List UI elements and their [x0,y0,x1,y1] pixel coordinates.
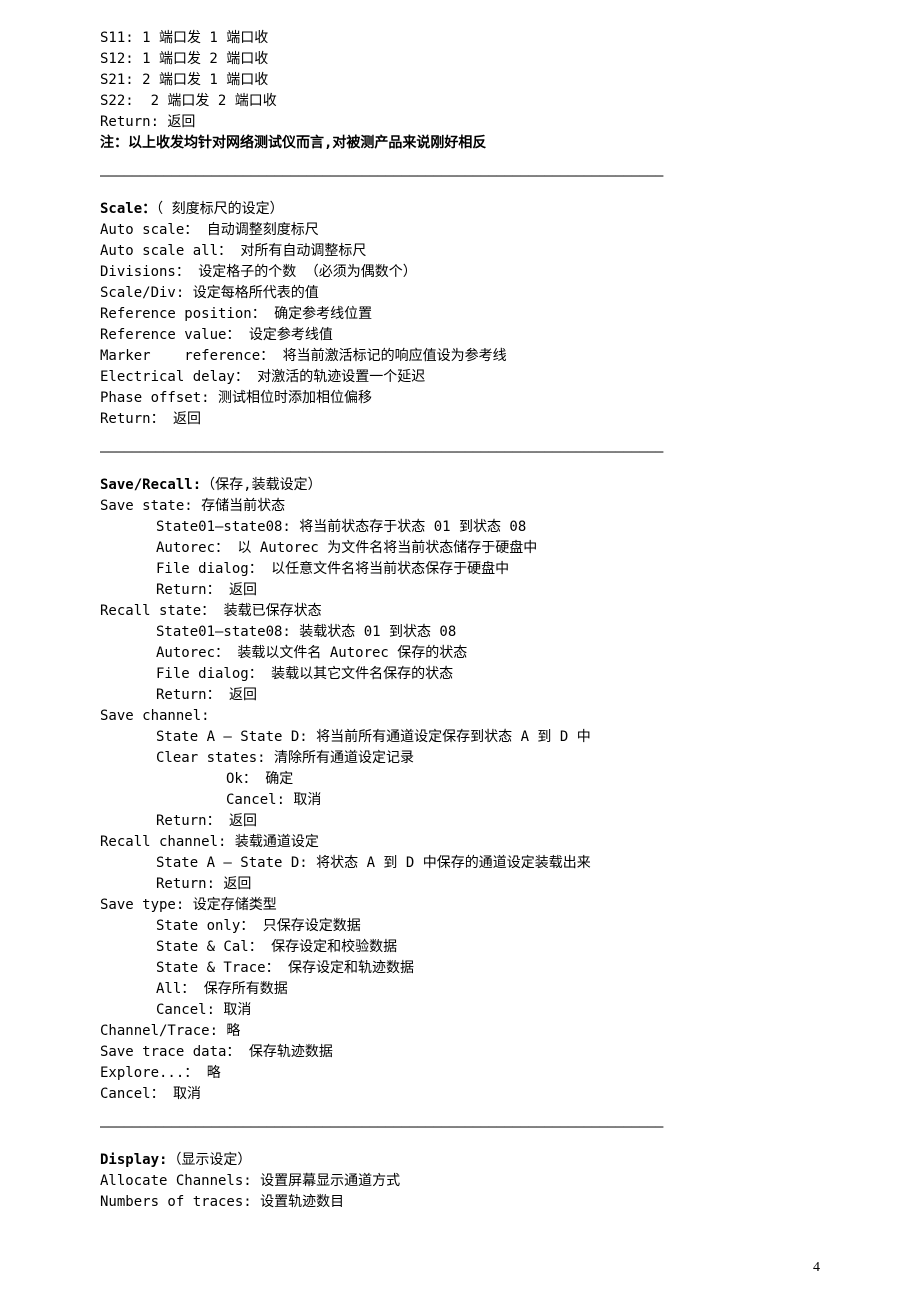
s21-line: S21: 2 端口发 1 端口收 [100,70,820,91]
save-recall-title-desc: （保存,装载设定） [201,477,321,493]
s22-line: S22: 2 端口发 2 端口收 [100,91,820,112]
save-channel-return: Return： 返回 [100,811,820,832]
recall-autorec: Autorec： 装载以文件名 Autorec 保存的状态 [100,643,820,664]
display-heading: Display:（显示设定） [100,1150,820,1171]
return-line: Return: 返回 [100,112,820,133]
scale-title: Scale： [100,201,156,217]
scale-div: Scale/Div: 设定每格所代表的值 [100,283,820,304]
save-type-state-trace: State & Trace： 保存设定和轨迹数据 [100,958,820,979]
recall-channel-stateAD: State A – State D: 将状态 A 到 D 中保存的通道设定装载出… [100,853,820,874]
divider: ————————————————————————————————————————… [100,166,820,187]
numbers-of-traces: Numbers of traces: 设置轨迹数目 [100,1192,820,1213]
divisions: Divisions： 设定格子的个数 （必须为偶数个） [100,262,820,283]
save-type-all: All： 保存所有数据 [100,979,820,1000]
recall-channel: Recall channel: 装载通道设定 [100,832,820,853]
save-channel-stateAD: State A – State D: 将当前所有通道设定保存到状态 A 到 D … [100,727,820,748]
divider: ————————————————————————————————————————… [100,442,820,463]
scale-return: Return： 返回 [100,409,820,430]
explore: Explore...： 略 [100,1063,820,1084]
save-trace-data: Save trace data： 保存轨迹数据 [100,1042,820,1063]
allocate-channels: Allocate Channels: 设置屏幕显示通道方式 [100,1171,820,1192]
auto-scale-all: Auto scale all： 对所有自动调整标尺 [100,241,820,262]
save-type-state-only: State only： 只保存设定数据 [100,916,820,937]
save-type-state-cal: State & Cal： 保存设定和校验数据 [100,937,820,958]
save-channel-cancel: Cancel: 取消 [100,790,820,811]
recall-state: Recall state： 装载已保存状态 [100,601,820,622]
marker-reference: Marker reference： 将当前激活标记的响应值设为参考线 [100,346,820,367]
save-state01: State01—state08: 将当前状态存于状态 01 到状态 08 [100,517,820,538]
reference-value: Reference value： 设定参考线值 [100,325,820,346]
auto-scale: Auto scale： 自动调整刻度标尺 [100,220,820,241]
page-number: 4 [813,1257,820,1278]
phase-offset: Phase offset: 测试相位时添加相位偏移 [100,388,820,409]
recall-state01: State01—state08: 装载状态 01 到状态 08 [100,622,820,643]
scale-title-desc: （ 刻度标尺的设定） [156,201,283,217]
save-autorec: Autorec： 以 Autorec 为文件名将当前状态储存于硬盘中 [100,538,820,559]
save-state: Save state: 存储当前状态 [100,496,820,517]
recall-file-dialog: File dialog： 装载以其它文件名保存的状态 [100,664,820,685]
recall-return: Return： 返回 [100,685,820,706]
scale-heading: Scale：（ 刻度标尺的设定） [100,199,820,220]
s11-line: S11: 1 端口发 1 端口收 [100,28,820,49]
save-type: Save type: 设定存储类型 [100,895,820,916]
save-type-cancel: Cancel: 取消 [100,1000,820,1021]
save-channel-clear: Clear states: 清除所有通道设定记录 [100,748,820,769]
save-recall-title: Save/Recall: [100,477,201,493]
recall-channel-return: Return: 返回 [100,874,820,895]
reference-position: Reference position： 确定参考线位置 [100,304,820,325]
channel-trace: Channel/Trace: 略 [100,1021,820,1042]
save-recall-heading: Save/Recall:（保存,装载设定） [100,475,820,496]
save-channel-ok: Ok： 确定 [100,769,820,790]
note-line: 注：以上收发均针对网络测试仪而言,对被测产品来说刚好相反 [100,133,820,154]
save-recall-cancel: Cancel： 取消 [100,1084,820,1105]
electrical-delay: Electrical delay： 对激活的轨迹设置一个延迟 [100,367,820,388]
s12-line: S12: 1 端口发 2 端口收 [100,49,820,70]
save-return: Return： 返回 [100,580,820,601]
display-title-desc: （显示设定） [167,1152,251,1168]
save-channel: Save channel: [100,706,820,727]
document-page: S11: 1 端口发 1 端口收 S12: 1 端口发 2 端口收 S21: 2… [0,0,920,1302]
display-title: Display: [100,1152,167,1168]
save-file-dialog: File dialog： 以任意文件名将当前状态保存于硬盘中 [100,559,820,580]
divider: ————————————————————————————————————————… [100,1117,820,1138]
